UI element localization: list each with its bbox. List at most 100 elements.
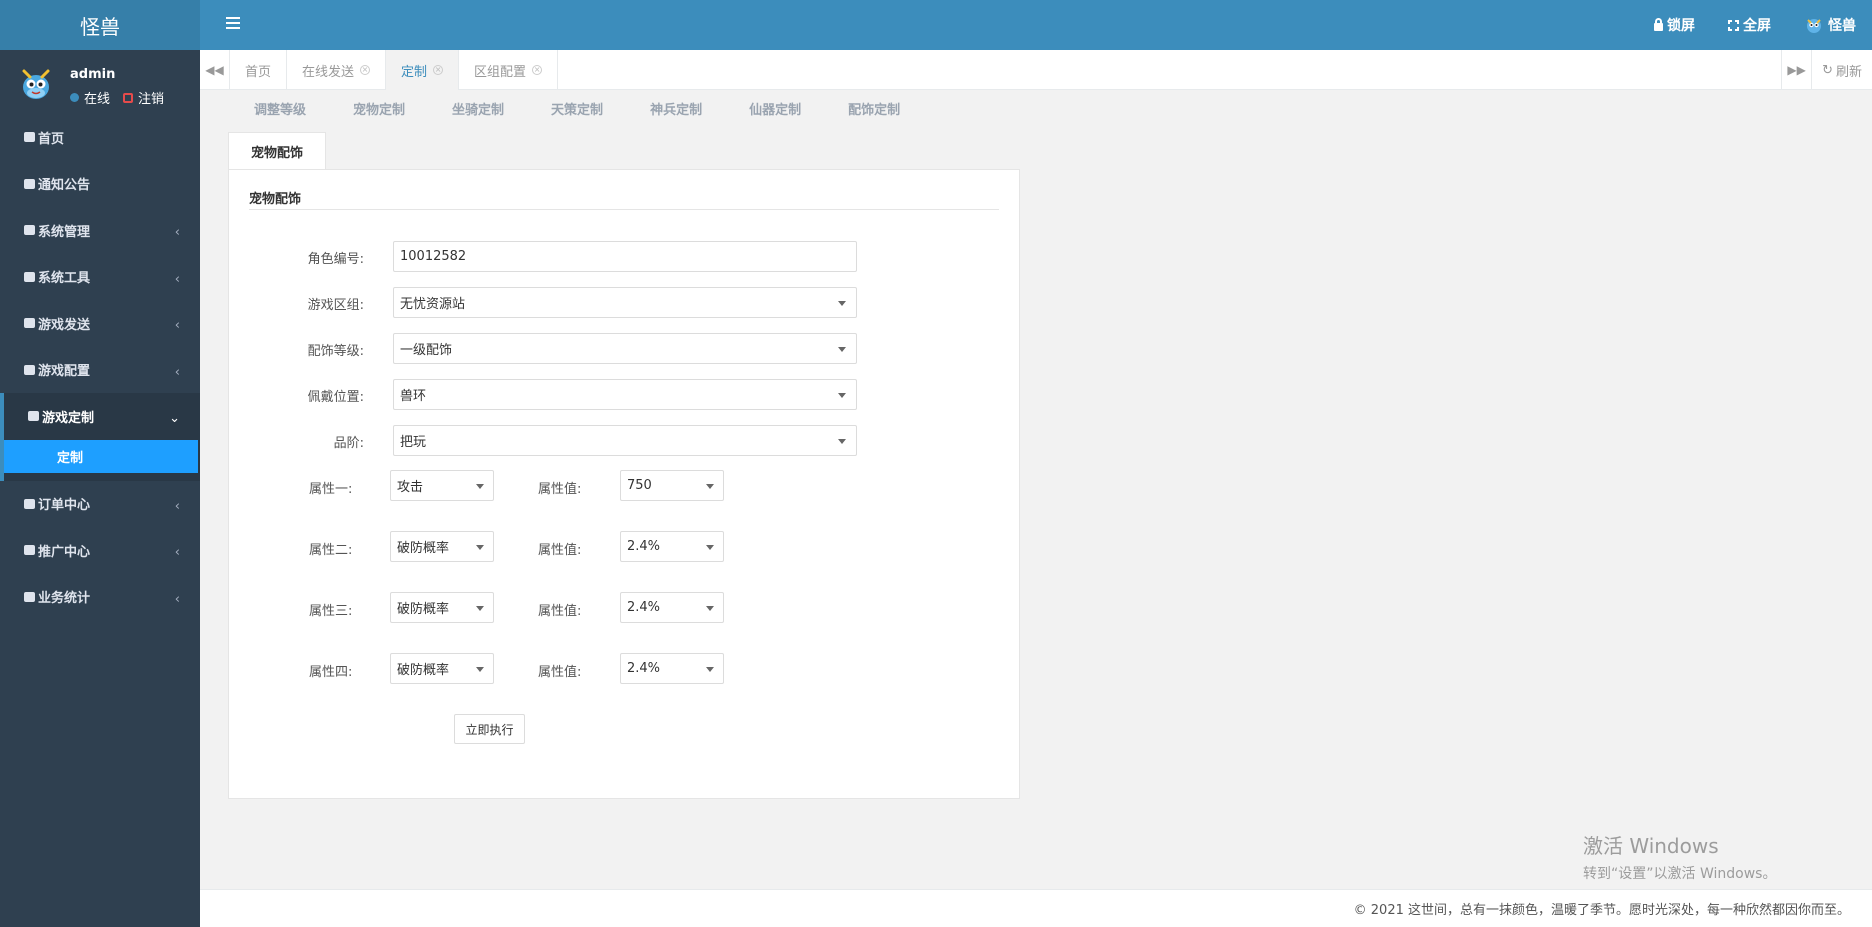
position-select[interactable]: 兽环: [393, 379, 857, 410]
tab-online-send[interactable]: 在线发送 ×: [287, 50, 387, 90]
grade-select[interactable]: 把玩: [393, 425, 857, 456]
attr2-label: 属性二:: [309, 543, 353, 558]
sidebar-subitem-custom[interactable]: 定制: [4, 439, 198, 473]
page-tabs: ◀◀ 首页 在线发送 × 定制 × 区组配置 × ▶▶ ↻ 刷新: [200, 50, 1872, 90]
custom-subnav: 调整等级 宠物定制 坐骑定制 天策定制 神兵定制 仙器定制 配饰定制: [230, 91, 900, 126]
attr3-value: 破防概率: [397, 602, 450, 617]
attr3-value-text: 2.4%: [627, 600, 661, 615]
attr1-label: 属性一:: [309, 482, 353, 497]
sidebar-item-tools[interactable]: 系统工具 ‹: [0, 254, 200, 301]
zone-select[interactable]: 无忧资源站: [393, 287, 857, 318]
avatar: [22, 69, 50, 99]
attr3-select[interactable]: 破防概率: [390, 592, 494, 623]
sidebar-item-system[interactable]: 系统管理 ‹: [0, 207, 200, 254]
sidebar-item-orders[interactable]: 订单中心 ‹: [0, 481, 200, 528]
chevron-left-icon: ‹: [174, 364, 180, 380]
attr4-value-text: 2.4%: [627, 661, 661, 676]
online-status-icon: [70, 93, 79, 102]
footer: © 2021 这世间，总有一抹颜色，温暖了季节。愿时光深处，每一种欣然都因你而至…: [200, 889, 1872, 927]
caret-down-icon: [476, 484, 484, 489]
attr1-select[interactable]: 攻击: [390, 470, 494, 501]
lock-screen-button[interactable]: 锁屏: [1654, 15, 1695, 35]
position-value: 兽环: [400, 389, 427, 404]
attr4-value-label: 属性值:: [538, 665, 582, 680]
tab-home[interactable]: 首页: [230, 50, 288, 90]
logout-icon[interactable]: [123, 92, 134, 103]
tab-custom[interactable]: 定制 ×: [386, 50, 460, 90]
user-menu[interactable]: 怪兽: [1804, 15, 1856, 35]
attr4-label: 属性四:: [309, 665, 353, 680]
subnav-accessory[interactable]: 配饰定制: [848, 99, 900, 118]
close-icon[interactable]: ×: [360, 65, 371, 75]
attr1-value-select[interactable]: 750: [620, 470, 724, 501]
attr2-value: 破防概率: [397, 541, 450, 556]
menu-toggle-icon[interactable]: [226, 17, 240, 31]
sidebar-item-game-send[interactable]: 游戏发送 ‹: [0, 300, 200, 347]
sidebar-item-notice[interactable]: 通知公告: [0, 161, 200, 208]
user-menu-label: 怪兽: [1828, 18, 1856, 34]
fullscreen-icon: [1727, 18, 1740, 32]
close-icon[interactable]: ×: [433, 65, 444, 75]
tabs-scroll-right-icon[interactable]: ▶▶: [1781, 50, 1811, 90]
envelope-icon: [24, 591, 35, 602]
role-id-label: 角色编号:: [307, 251, 364, 267]
windows-activation-watermark: 激活 Windows 转到“设置”以激活 Windows。: [1583, 830, 1776, 883]
chevron-down-icon: ⌄: [169, 411, 180, 426]
subnav-weapon[interactable]: 神兵定制: [650, 99, 702, 118]
subnav-mount[interactable]: 坐骑定制: [452, 99, 504, 118]
subnav-tiance[interactable]: 天策定制: [551, 99, 603, 118]
home-icon: [24, 132, 35, 143]
attr2-select[interactable]: 破防概率: [390, 531, 494, 562]
chevron-left-icon: ‹: [174, 225, 180, 240]
attr1-value-text: 750: [627, 478, 652, 493]
accessory-level-select[interactable]: 一级配饰: [393, 333, 857, 364]
chevron-left-icon: ‹: [174, 591, 180, 607]
handshake-icon: [24, 545, 35, 556]
caret-down-icon: [476, 667, 484, 672]
caret-down-icon: [476, 545, 484, 550]
sidebar-item-label: 通知公告: [38, 178, 91, 194]
attr1-value-label: 属性值:: [538, 482, 582, 497]
zone-label: 游戏区组:: [307, 297, 364, 313]
tab-pet-accessory[interactable]: 宠物配饰: [228, 132, 326, 170]
subnav-level[interactable]: 调整等级: [254, 99, 306, 118]
attr4-select[interactable]: 破防概率: [390, 653, 494, 684]
footer-text: © 2021 这世间，总有一抹颜色，温暖了季节。愿时光深处，每一种欣然都因你而至…: [1353, 903, 1850, 918]
caret-down-icon: [838, 347, 846, 352]
caret-down-icon: [706, 606, 714, 611]
fullscreen-label: 全屏: [1743, 18, 1771, 34]
sidebar-item-label: 首页: [38, 131, 65, 147]
lock-screen-label: 锁屏: [1667, 18, 1695, 34]
chevron-left-icon: ‹: [174, 545, 180, 560]
form-panel: 宠物配饰 角色编号: 10012582 游戏区组: 无忧资源站 配饰等级: 一级…: [228, 169, 1020, 799]
subnav-artifact[interactable]: 仙器定制: [749, 99, 801, 118]
role-id-input[interactable]: 10012582: [393, 241, 857, 272]
sidebar-item-stats[interactable]: 业务统计 ‹: [0, 574, 200, 621]
attr4-value-select[interactable]: 2.4%: [620, 653, 724, 684]
sidebar-item-label: 游戏定制: [42, 410, 95, 426]
chevron-left-icon: ‹: [174, 318, 180, 333]
execute-button[interactable]: 立即执行: [454, 714, 525, 744]
sidebar-item-game-custom[interactable]: 游戏定制 ⌄: [0, 393, 200, 440]
tabs-scroll-left-icon[interactable]: ◀◀: [200, 50, 230, 90]
sidebar-item-home[interactable]: 首页: [0, 114, 200, 161]
sidebar-item-label: 游戏配置: [38, 364, 91, 380]
gear-icon: [24, 225, 35, 236]
attr2-value-select[interactable]: 2.4%: [620, 531, 724, 562]
sidebar-item-promotion[interactable]: 推广中心 ‹: [0, 527, 200, 574]
chevron-left-icon: ‹: [174, 498, 180, 514]
dashboard-icon: [24, 364, 35, 375]
subnav-pet[interactable]: 宠物定制: [353, 99, 405, 118]
lock-icon: [1654, 18, 1663, 31]
tab-zone-config[interactable]: 区组配置 ×: [459, 50, 559, 90]
fullscreen-button[interactable]: 全屏: [1727, 15, 1771, 35]
logout-link[interactable]: 注销: [138, 88, 164, 107]
close-icon[interactable]: ×: [532, 65, 543, 75]
sidebar: admin 在线 注销 首页 通知公告 系统管理 ‹ 系统工具 ‹ 游戏发送 ‹ 游戏…: [0, 50, 200, 927]
sidebar-item-game-config[interactable]: 游戏配置 ‹: [0, 347, 200, 394]
sidebar-item-label: 系统管理: [38, 224, 91, 240]
online-status: 在线: [84, 92, 111, 107]
tab-label: 首页: [245, 64, 272, 80]
attr3-value-select[interactable]: 2.4%: [620, 592, 724, 623]
refresh-button[interactable]: ↻ 刷新: [1811, 50, 1872, 90]
